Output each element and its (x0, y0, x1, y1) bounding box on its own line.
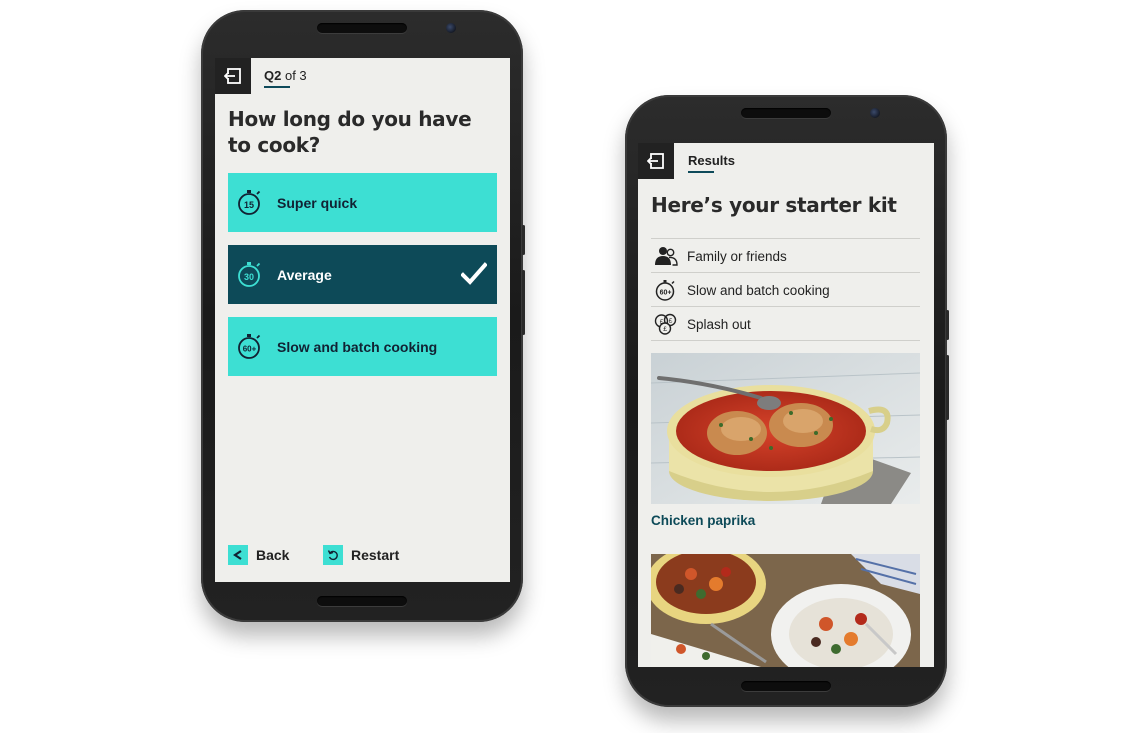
volume-button (522, 225, 525, 255)
timer-15-icon: 15 (238, 190, 261, 215)
roasted-vegetables-photo (651, 554, 920, 667)
earpiece-speaker (317, 23, 407, 33)
recipe-title-link[interactable]: Chicken paprika (651, 513, 755, 528)
exit-button[interactable] (638, 143, 674, 179)
top-bar: Results (638, 143, 934, 179)
earpiece-speaker (741, 108, 831, 118)
timer-60-icon: 60+ (238, 334, 261, 359)
option-super-quick[interactable]: 15 Super quick (228, 173, 497, 232)
kit-item-label: Splash out (687, 317, 751, 332)
coins-icon: £ £ £ (654, 313, 677, 335)
results-screen: Results Here’s your starter kit Family o… (638, 143, 934, 667)
timer-30-icon: 30 (238, 262, 261, 287)
question-progress: Q2 of 3 (264, 68, 307, 83)
checkmark-icon (461, 262, 487, 285)
right-phone: Results Here’s your starter kit Family o… (625, 95, 949, 707)
volume-button (946, 310, 949, 340)
timer-60-icon: 60+ (655, 280, 675, 301)
power-button (946, 355, 949, 420)
svg-text:15: 15 (244, 200, 254, 210)
option-label: Super quick (277, 195, 358, 211)
svg-text:60+: 60+ (660, 290, 672, 297)
bottom-speaker (741, 681, 831, 691)
svg-text:£: £ (669, 318, 673, 325)
exit-icon (647, 153, 664, 169)
exit-button[interactable] (215, 58, 251, 94)
back-label: Back (256, 547, 290, 563)
progress-current: Q2 (264, 68, 282, 83)
top-bar: Q2 of 3 (215, 58, 510, 94)
recipe-card-second[interactable] (651, 554, 920, 667)
exit-icon (224, 68, 241, 84)
bottom-speaker (317, 596, 407, 606)
restart-button[interactable]: Restart (323, 545, 399, 565)
people-icon (655, 247, 678, 266)
chevron-left-icon (228, 545, 248, 565)
svg-text:60+: 60+ (243, 345, 257, 354)
question-title: How long do you have to cook? (228, 107, 472, 157)
option-slow-batch[interactable]: 60+ Slow and batch cooking (228, 317, 497, 376)
svg-text:30: 30 (244, 272, 254, 282)
svg-text:£: £ (663, 326, 667, 333)
option-average[interactable]: 30 Average (228, 245, 497, 304)
kit-item-slow-batch: 60+ Slow and batch cooking (651, 273, 920, 307)
svg-text:£: £ (660, 319, 664, 326)
front-camera (446, 23, 456, 33)
kit-item-label: Slow and batch cooking (687, 283, 830, 298)
progress-total: of 3 (284, 68, 307, 83)
option-label: Average (277, 267, 332, 283)
chicken-paprika-photo (651, 353, 920, 504)
quiz-screen: Q2 of 3 How long do you have to cook? 15… (215, 58, 510, 582)
results-heading: Here’s your starter kit (651, 193, 897, 217)
restart-label: Restart (351, 547, 400, 563)
kit-item-label: Family or friends (687, 249, 787, 264)
power-button (522, 270, 525, 335)
tab-results[interactable]: Results (688, 153, 735, 168)
back-button[interactable]: Back (228, 545, 289, 565)
kit-item-splash-out: £ £ £ Splash out (651, 307, 920, 341)
restart-icon (323, 545, 343, 565)
tab-underline (688, 171, 714, 173)
starter-kit-list: Family or friends 60+ Slow and batch coo… (651, 238, 920, 341)
kit-item-family: Family or friends (651, 239, 920, 273)
left-phone: Q2 of 3 How long do you have to cook? 15… (201, 10, 525, 622)
progress-underline (264, 86, 290, 88)
tab-results-label: Results (688, 153, 735, 168)
recipe-card-chicken-paprika[interactable] (651, 353, 920, 504)
front-camera (870, 108, 880, 118)
option-label: Slow and batch cooking (277, 339, 438, 355)
